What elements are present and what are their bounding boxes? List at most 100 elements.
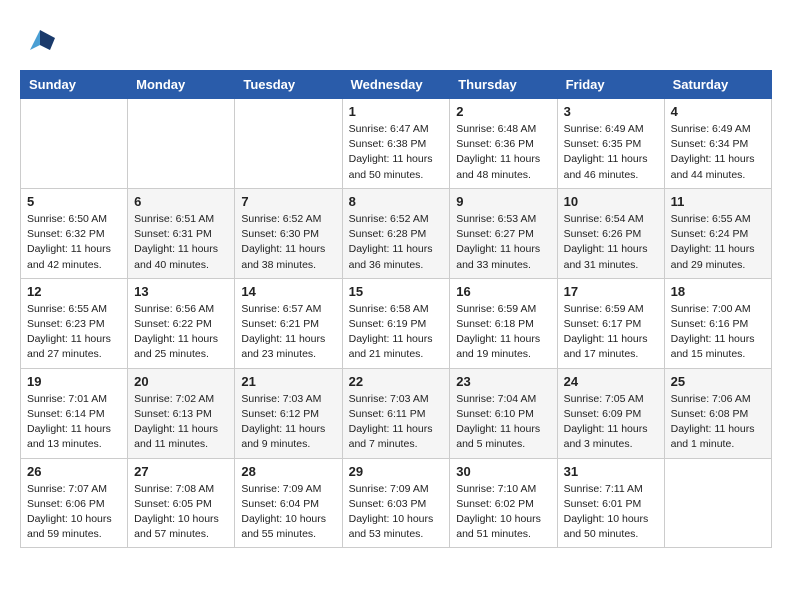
calendar-cell	[128, 99, 235, 189]
day-number: 11	[671, 194, 765, 209]
day-number: 28	[241, 464, 335, 479]
weekday-header-saturday: Saturday	[664, 71, 771, 99]
day-info: Sunrise: 6:49 AM Sunset: 6:35 PM Dayligh…	[564, 122, 658, 183]
day-info: Sunrise: 7:02 AM Sunset: 6:13 PM Dayligh…	[134, 392, 228, 453]
calendar-cell	[21, 99, 128, 189]
day-info: Sunrise: 6:54 AM Sunset: 6:26 PM Dayligh…	[564, 212, 658, 273]
calendar-cell	[235, 99, 342, 189]
day-info: Sunrise: 7:03 AM Sunset: 6:12 PM Dayligh…	[241, 392, 335, 453]
day-info: Sunrise: 7:01 AM Sunset: 6:14 PM Dayligh…	[27, 392, 121, 453]
calendar-cell: 1Sunrise: 6:47 AM Sunset: 6:38 PM Daylig…	[342, 99, 450, 189]
day-info: Sunrise: 7:11 AM Sunset: 6:01 PM Dayligh…	[564, 482, 658, 543]
day-number: 7	[241, 194, 335, 209]
day-info: Sunrise: 6:47 AM Sunset: 6:38 PM Dayligh…	[349, 122, 444, 183]
day-number: 13	[134, 284, 228, 299]
day-number: 5	[27, 194, 121, 209]
day-info: Sunrise: 6:48 AM Sunset: 6:36 PM Dayligh…	[456, 122, 550, 183]
day-info: Sunrise: 7:09 AM Sunset: 6:04 PM Dayligh…	[241, 482, 335, 543]
calendar-cell: 9 Sunrise: 6:53 AM Sunset: 6:27 PM Daylig…	[450, 188, 557, 278]
day-info: Sunrise: 7:05 AM Sunset: 6:09 PM Dayligh…	[564, 392, 658, 453]
day-info: Sunrise: 6:55 AM Sunset: 6:24 PM Dayligh…	[671, 212, 765, 273]
weekday-header-monday: Monday	[128, 71, 235, 99]
day-number: 6	[134, 194, 228, 209]
day-info: Sunrise: 6:59 AM Sunset: 6:18 PM Dayligh…	[456, 302, 550, 363]
calendar-cell: 20 Sunrise: 7:02 AM Sunset: 6:13 PM Dayli…	[128, 368, 235, 458]
calendar-cell: 17Sunrise: 6:59 AM Sunset: 6:17 PM Dayli…	[557, 278, 664, 368]
day-info: Sunrise: 6:49 AM Sunset: 6:34 PM Dayligh…	[671, 122, 765, 183]
weekday-header-sunday: Sunday	[21, 71, 128, 99]
day-info: Sunrise: 6:52 AM Sunset: 6:28 PM Dayligh…	[349, 212, 444, 273]
day-info: Sunrise: 7:03 AM Sunset: 6:11 PM Dayligh…	[349, 392, 444, 453]
calendar-cell: 26 Sunrise: 7:07 AM Sunset: 6:06 PM Dayli…	[21, 458, 128, 548]
day-info: Sunrise: 6:50 AM Sunset: 6:32 PM Dayligh…	[27, 212, 121, 273]
day-number: 9	[456, 194, 550, 209]
calendar-cell: 27 Sunrise: 7:08 AM Sunset: 6:05 PM Dayli…	[128, 458, 235, 548]
weekday-header-wednesday: Wednesday	[342, 71, 450, 99]
day-info: Sunrise: 6:59 AM Sunset: 6:17 PM Dayligh…	[564, 302, 658, 363]
calendar-cell: 3 Sunrise: 6:49 AM Sunset: 6:35 PM Daylig…	[557, 99, 664, 189]
week-row-1: 1Sunrise: 6:47 AM Sunset: 6:38 PM Daylig…	[21, 99, 772, 189]
day-number: 3	[564, 104, 658, 119]
calendar-cell: 6Sunrise: 6:51 AM Sunset: 6:31 PM Daylig…	[128, 188, 235, 278]
day-info: Sunrise: 7:06 AM Sunset: 6:08 PM Dayligh…	[671, 392, 765, 453]
calendar-cell: 24 Sunrise: 7:05 AM Sunset: 6:09 PM Dayli…	[557, 368, 664, 458]
week-row-4: 19Sunrise: 7:01 AM Sunset: 6:14 PM Dayli…	[21, 368, 772, 458]
calendar-cell: 30 Sunrise: 7:10 AM Sunset: 6:02 PM Dayli…	[450, 458, 557, 548]
day-number: 12	[27, 284, 121, 299]
day-number: 30	[456, 464, 550, 479]
calendar-cell: 16 Sunrise: 6:59 AM Sunset: 6:18 PM Dayli…	[450, 278, 557, 368]
day-number: 25	[671, 374, 765, 389]
day-info: Sunrise: 6:57 AM Sunset: 6:21 PM Dayligh…	[241, 302, 335, 363]
day-number: 21	[241, 374, 335, 389]
page-header	[20, 20, 772, 60]
logo	[20, 20, 64, 60]
calendar-cell: 21 Sunrise: 7:03 AM Sunset: 6:12 PM Dayli…	[235, 368, 342, 458]
day-number: 31	[564, 464, 658, 479]
calendar-cell: 10 Sunrise: 6:54 AM Sunset: 6:26 PM Dayli…	[557, 188, 664, 278]
day-number: 24	[564, 374, 658, 389]
calendar-cell: 5 Sunrise: 6:50 AM Sunset: 6:32 PM Daylig…	[21, 188, 128, 278]
week-row-2: 5 Sunrise: 6:50 AM Sunset: 6:32 PM Daylig…	[21, 188, 772, 278]
day-number: 14	[241, 284, 335, 299]
day-number: 22	[349, 374, 444, 389]
day-number: 23	[456, 374, 550, 389]
calendar-cell: 13 Sunrise: 6:56 AM Sunset: 6:22 PM Dayli…	[128, 278, 235, 368]
calendar-cell: 2Sunrise: 6:48 AM Sunset: 6:36 PM Daylig…	[450, 99, 557, 189]
day-number: 4	[671, 104, 765, 119]
day-info: Sunrise: 7:00 AM Sunset: 6:16 PM Dayligh…	[671, 302, 765, 363]
day-info: Sunrise: 7:10 AM Sunset: 6:02 PM Dayligh…	[456, 482, 550, 543]
day-info: Sunrise: 7:04 AM Sunset: 6:10 PM Dayligh…	[456, 392, 550, 453]
day-number: 29	[349, 464, 444, 479]
calendar-cell: 19Sunrise: 7:01 AM Sunset: 6:14 PM Dayli…	[21, 368, 128, 458]
calendar-cell: 8 Sunrise: 6:52 AM Sunset: 6:28 PM Daylig…	[342, 188, 450, 278]
weekday-header-friday: Friday	[557, 71, 664, 99]
week-row-3: 12 Sunrise: 6:55 AM Sunset: 6:23 PM Dayli…	[21, 278, 772, 368]
day-info: Sunrise: 7:08 AM Sunset: 6:05 PM Dayligh…	[134, 482, 228, 543]
calendar-cell: 14 Sunrise: 6:57 AM Sunset: 6:21 PM Dayli…	[235, 278, 342, 368]
calendar-cell: 31 Sunrise: 7:11 AM Sunset: 6:01 PM Dayli…	[557, 458, 664, 548]
day-info: Sunrise: 6:53 AM Sunset: 6:27 PM Dayligh…	[456, 212, 550, 273]
day-number: 27	[134, 464, 228, 479]
weekday-header-thursday: Thursday	[450, 71, 557, 99]
day-number: 20	[134, 374, 228, 389]
day-number: 16	[456, 284, 550, 299]
day-number: 26	[27, 464, 121, 479]
calendar-cell: 7Sunrise: 6:52 AM Sunset: 6:30 PM Daylig…	[235, 188, 342, 278]
calendar-cell: 18 Sunrise: 7:00 AM Sunset: 6:16 PM Dayli…	[664, 278, 771, 368]
logo-icon	[20, 20, 60, 60]
calendar-cell: 15Sunrise: 6:58 AM Sunset: 6:19 PM Dayli…	[342, 278, 450, 368]
day-info: Sunrise: 6:56 AM Sunset: 6:22 PM Dayligh…	[134, 302, 228, 363]
day-info: Sunrise: 6:55 AM Sunset: 6:23 PM Dayligh…	[27, 302, 121, 363]
week-row-5: 26 Sunrise: 7:07 AM Sunset: 6:06 PM Dayli…	[21, 458, 772, 548]
calendar-cell: 28 Sunrise: 7:09 AM Sunset: 6:04 PM Dayli…	[235, 458, 342, 548]
day-info: Sunrise: 7:07 AM Sunset: 6:06 PM Dayligh…	[27, 482, 121, 543]
calendar-cell	[664, 458, 771, 548]
day-number: 8	[349, 194, 444, 209]
day-number: 10	[564, 194, 658, 209]
day-number: 15	[349, 284, 444, 299]
day-number: 18	[671, 284, 765, 299]
calendar-cell: 12 Sunrise: 6:55 AM Sunset: 6:23 PM Dayli…	[21, 278, 128, 368]
calendar-cell: 23 Sunrise: 7:04 AM Sunset: 6:10 PM Dayli…	[450, 368, 557, 458]
weekday-header-row: SundayMondayTuesdayWednesdayThursdayFrid…	[21, 71, 772, 99]
calendar-cell: 11 Sunrise: 6:55 AM Sunset: 6:24 PM Dayli…	[664, 188, 771, 278]
